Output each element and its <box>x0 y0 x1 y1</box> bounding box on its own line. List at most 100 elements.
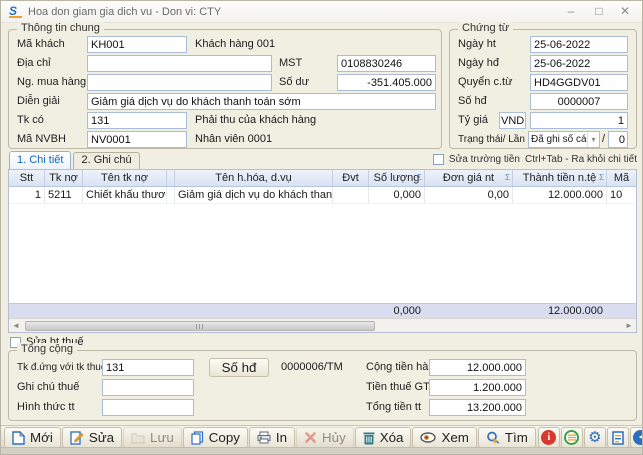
general-info-group: Thông tin chung Mã khách Khách hàng 001 … <box>8 29 442 149</box>
copy-button[interactable]: Copy <box>183 427 248 448</box>
first-record-button[interactable]: ◄ <box>630 427 643 448</box>
tab-ghi-chu[interactable]: 2. Ghi chú <box>73 152 139 169</box>
scrollbar-thumb[interactable] <box>25 321 375 331</box>
trang-thai-dropdown[interactable]: Đã ghi sổ cái ▾ <box>528 131 600 148</box>
settings-button[interactable]: ⚙ <box>584 427 606 448</box>
ngay-hd-input[interactable] <box>530 55 628 72</box>
new-button[interactable]: Mới <box>4 427 61 448</box>
toolbar-nav-group: i ⚙ ◄ ◄ ► ► ? <box>537 427 643 448</box>
cell-stt[interactable]: 1 <box>9 187 45 203</box>
cancel-button-label: Hủy <box>322 430 346 445</box>
ngay-ht-label: Ngày ht <box>458 36 496 53</box>
col-header-don-gia[interactable]: Đơn giá nt Σ <box>425 170 513 186</box>
dien-giai-input[interactable] <box>87 93 436 110</box>
info-button[interactable]: i <box>538 427 560 448</box>
col-header-ten-hh[interactable]: Tên h.hóa, d.vụ <box>175 170 333 186</box>
tien-thue-gtgt-input[interactable] <box>429 379 526 396</box>
maximize-button[interactable]: □ <box>586 1 612 22</box>
delete-button[interactable]: Xóa <box>355 427 412 448</box>
ngay-ht-input[interactable] <box>530 36 628 53</box>
table-totals-row: 0,000 12.000.000 <box>9 303 636 318</box>
print-button[interactable]: In <box>249 427 295 448</box>
sigma-icon: Σ <box>599 173 604 182</box>
table-header-row: Stt Tk nợ Tên tk nợ Tên h.hóa, d.vụ Đvt … <box>9 170 636 187</box>
so-du-input[interactable] <box>337 74 436 91</box>
document-group: Chứng từ Ngày ht Ngày hđ Quyển c.từ Số h… <box>449 29 637 149</box>
copy-button-label: Copy <box>209 430 240 445</box>
save-button[interactable]: Lưu <box>123 427 182 448</box>
sua-truong-tien-label: Sửa trường tiền <box>449 154 520 165</box>
save-folder-icon <box>131 432 145 444</box>
copy-icon <box>191 431 204 445</box>
title-bar[interactable]: S Hoa don giam gia dich vu - Don vi: CTY… <box>1 1 642 23</box>
mst-input[interactable] <box>337 55 436 72</box>
col-header-ma[interactable]: Mã <box>607 170 636 186</box>
cancel-button[interactable]: Hủy <box>296 427 354 448</box>
totals-spacer <box>83 304 167 318</box>
ng-mua-hang-input[interactable] <box>87 74 272 91</box>
totals-spacer <box>175 304 333 318</box>
scroll-left-icon[interactable]: ◄ <box>9 319 23 332</box>
window-resize-edge <box>1 447 642 454</box>
info-icon: i <box>541 430 556 445</box>
tk-du-input[interactable] <box>102 359 194 376</box>
list-button[interactable] <box>561 427 583 448</box>
tong-tien-tt-input[interactable] <box>429 399 526 416</box>
edit-button[interactable]: Sửa <box>62 427 122 448</box>
hinh-thuc-tt-input[interactable] <box>102 399 194 416</box>
cell-thanh-tien[interactable]: 12.000.000 <box>513 187 607 203</box>
col-header-thanh-tien[interactable]: Thành tiền n.tệ Σ <box>513 170 607 186</box>
ma-khach-desc: Khách hàng 001 <box>195 36 275 53</box>
col-header-tk-no[interactable]: Tk nợ <box>45 170 83 186</box>
cancel-x-icon <box>304 431 317 444</box>
ty-gia-input[interactable] <box>530 112 628 129</box>
scroll-right-icon[interactable]: ► <box>622 319 636 332</box>
so-hd-button[interactable]: Số hđ <box>209 358 269 377</box>
ma-nvbh-input[interactable] <box>87 131 187 148</box>
cell-ten-hh[interactable]: Giảm giá dịch vụ do khách thanh toán sớm <box>175 187 333 203</box>
currency-input[interactable] <box>499 112 526 129</box>
edit-button-label: Sửa <box>89 430 114 445</box>
col-header-dvt[interactable]: Đvt <box>333 170 369 186</box>
quyen-ctu-input[interactable] <box>530 74 628 91</box>
lan-in-input[interactable] <box>608 131 628 148</box>
col-header-so-luong[interactable]: Số lượng Σ <box>369 170 425 186</box>
cell-ma[interactable]: 10 <box>607 187 636 203</box>
tk-co-input[interactable] <box>87 112 187 129</box>
dia-chi-input[interactable] <box>87 55 272 72</box>
so-hd-input[interactable] <box>530 93 628 110</box>
cell-tk-no[interactable]: 5211 <box>45 187 83 203</box>
tk-du-label: Tk đ.ứng với tk thuế <box>17 359 106 376</box>
col-header-ten-tk-no[interactable]: Tên tk nợ <box>83 170 167 186</box>
find-button[interactable]: Tìm <box>478 427 536 448</box>
cong-tien-hang-input[interactable] <box>429 359 526 376</box>
ma-khach-input[interactable] <box>87 36 187 53</box>
cell-ten-tk-no[interactable]: Chiết khấu thương mại <box>83 187 167 203</box>
sigma-icon: Σ <box>505 173 510 182</box>
new-button-label: Mới <box>30 430 53 445</box>
find-button-label: Tìm <box>505 430 528 445</box>
detail-tabs: 1. Chi tiết 2. Ghi chú <box>9 150 142 169</box>
col-header-stt[interactable]: Stt <box>9 170 45 186</box>
table-row[interactable]: 1 5211 Chiết khấu thương mại Giảm giá dị… <box>9 187 636 204</box>
bottom-toolbar: Mới Sửa Lưu Copy In Hủy Xóa Xem <box>1 425 642 449</box>
totals-spacer <box>9 304 45 318</box>
chevron-down-icon: ▾ <box>587 132 599 147</box>
cell-divider <box>167 187 175 203</box>
cell-don-gia[interactable]: 0,00 <box>425 187 513 203</box>
totals-spacer <box>333 304 369 318</box>
eye-icon <box>420 432 436 443</box>
minimize-button[interactable]: – <box>558 1 584 22</box>
view-button[interactable]: Xem <box>412 427 476 448</box>
report-button[interactable] <box>607 427 629 448</box>
cell-dvt[interactable] <box>333 187 369 203</box>
horizontal-scrollbar[interactable]: ◄ ► <box>9 318 636 332</box>
close-button[interactable]: ✕ <box>612 1 638 22</box>
ghi-chu-thue-input[interactable] <box>102 379 194 396</box>
cell-so-luong[interactable]: 0,000 <box>369 187 425 203</box>
tab-chi-tiet[interactable]: 1. Chi tiết <box>9 151 71 169</box>
app-logo-icon: S <box>9 5 22 18</box>
sua-truong-tien-checkbox[interactable] <box>433 154 444 165</box>
totals-thanh-tien: 12.000.000 <box>513 304 607 318</box>
totals-legend: Tổng cộng <box>17 343 77 355</box>
